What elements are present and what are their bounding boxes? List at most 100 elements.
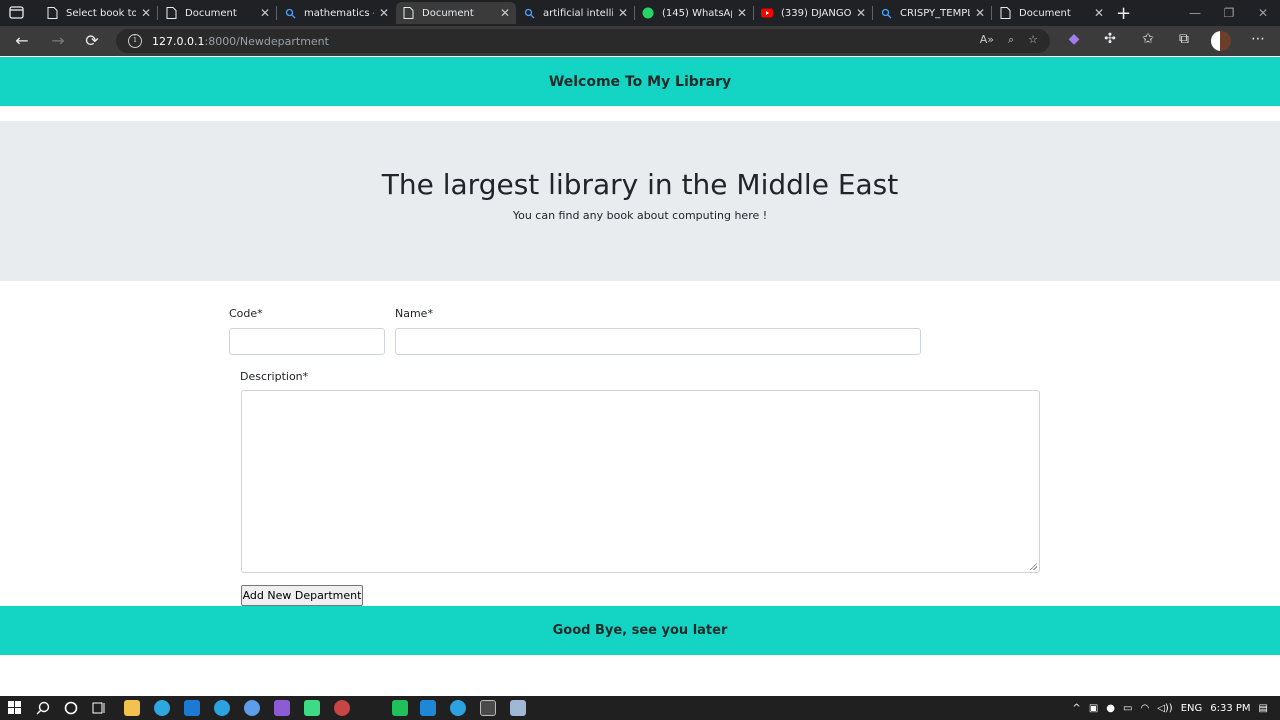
wifi-icon[interactable]: ◠ xyxy=(1140,703,1149,714)
browser-tab-active[interactable]: Document ✕ xyxy=(396,2,516,24)
notepad-icon[interactable] xyxy=(510,700,526,716)
url-path: :8000/Newdepartment xyxy=(204,34,329,48)
restore-icon[interactable]: ❐ xyxy=(1212,0,1246,26)
hero-section: The largest library in the Middle East Y… xyxy=(0,121,1280,281)
telegram-icon[interactable] xyxy=(450,700,466,716)
tab-title: CRISPY_TEMPL xyxy=(900,7,970,19)
windows-taskbar: ^ ▣ ● ▭ ◠ ◁)) ENG 6:33 PM ▤ xyxy=(0,696,1280,720)
terminal-icon[interactable] xyxy=(480,700,496,716)
chevron-up-icon[interactable]: ^ xyxy=(1072,703,1080,714)
code-input[interactable] xyxy=(229,328,385,355)
mail-icon[interactable] xyxy=(184,700,200,716)
close-icon[interactable]: ✕ xyxy=(975,6,985,20)
browser-tab-bar: Select book to ✕ Document ✕ mathematics … xyxy=(0,0,1280,26)
name-input[interactable] xyxy=(395,328,921,355)
task-view-icon[interactable] xyxy=(92,700,108,716)
document-icon xyxy=(402,7,414,19)
avatar[interactable] xyxy=(1211,31,1231,51)
window-close-icon[interactable]: ✕ xyxy=(1246,0,1280,26)
browser-tab[interactable]: (339) DJANGO ✕ xyxy=(755,2,872,24)
clock[interactable]: 6:33 PM xyxy=(1210,703,1250,714)
collections-icon[interactable]: ⧉ xyxy=(1174,31,1194,47)
search-icon[interactable] xyxy=(36,700,52,716)
name-label: Name* xyxy=(395,307,433,320)
footer-text: Good Bye, see you later xyxy=(552,623,728,638)
code-label: Code* xyxy=(229,307,263,320)
telegram-icon[interactable] xyxy=(214,700,230,716)
document-icon xyxy=(165,7,177,19)
back-icon[interactable]: ← xyxy=(12,31,32,51)
read-aloud-icon[interactable]: A» xyxy=(980,33,994,47)
hero-subtitle: You can find any book about computing he… xyxy=(512,209,768,222)
edge-browser-icon[interactable] xyxy=(154,700,170,716)
close-icon[interactable]: ✕ xyxy=(141,6,151,20)
microphone-icon[interactable]: ● xyxy=(1106,703,1115,714)
browser-app-icon[interactable] xyxy=(244,700,260,716)
zoom-icon[interactable]: ⌕ xyxy=(1008,33,1014,47)
search-icon xyxy=(523,7,535,19)
android-studio-icon[interactable] xyxy=(304,700,320,716)
close-icon[interactable]: ✕ xyxy=(1094,6,1104,20)
close-icon[interactable]: ✕ xyxy=(737,6,747,20)
tab-title: artificial intellig xyxy=(543,7,613,19)
more-menu-icon[interactable]: ⋯ xyxy=(1248,31,1268,47)
meet-now-icon[interactable]: ▣ xyxy=(1089,703,1098,714)
visual-studio-icon[interactable] xyxy=(274,700,290,716)
close-icon[interactable]: ✕ xyxy=(618,6,628,20)
site-info-icon[interactable]: i xyxy=(128,34,142,48)
vscode-icon[interactable] xyxy=(420,700,436,716)
close-icon[interactable]: ✕ xyxy=(260,6,270,20)
app-icon[interactable] xyxy=(334,700,350,716)
cortana-icon[interactable] xyxy=(64,700,80,716)
hero-title: The largest library in the Middle East xyxy=(381,168,899,201)
tab-title: (145) WhatsAp xyxy=(662,7,732,19)
language-indicator[interactable]: ENG xyxy=(1181,703,1203,714)
tab-title: (339) DJANGO xyxy=(781,7,851,19)
refresh-icon[interactable]: ⟳ xyxy=(82,31,102,51)
new-tab-icon[interactable]: + xyxy=(1116,3,1131,24)
browser-toolbar: ← → ⟳ i 127.0.0.1:8000/Newdepartment A» … xyxy=(0,26,1280,56)
window-controls: — ❐ ✕ xyxy=(1178,0,1280,26)
browser-tab[interactable]: mathematics - ✕ xyxy=(278,2,395,24)
address-bar[interactable]: i 127.0.0.1:8000/Newdepartment A» ⌕ ☆ xyxy=(116,29,1050,53)
windows-start-icon[interactable] xyxy=(8,700,24,716)
description-label: Description* xyxy=(240,370,309,383)
browser-tab[interactable]: (145) WhatsAp ✕ xyxy=(636,2,753,24)
favorite-star-icon[interactable]: ☆ xyxy=(1028,33,1038,47)
system-tray: ^ ▣ ● ▭ ◠ ◁)) ENG 6:33 PM ▤ xyxy=(1072,696,1280,720)
battery-icon[interactable]: ▭ xyxy=(1123,703,1132,714)
file-explorer-icon[interactable] xyxy=(124,700,140,716)
tab-title: Document xyxy=(422,7,474,19)
header-title: Welcome To My Library xyxy=(548,73,732,90)
description-textarea[interactable] xyxy=(241,390,1040,573)
tab-title: Document xyxy=(1019,7,1071,19)
search-icon xyxy=(284,7,296,19)
favorites-icon[interactable]: ✩ xyxy=(1138,31,1158,47)
browser-tab[interactable]: Document ✕ xyxy=(159,2,276,24)
pycharm-icon[interactable] xyxy=(392,700,408,716)
close-icon[interactable]: ✕ xyxy=(856,6,866,20)
tab-title: mathematics - xyxy=(304,7,374,19)
close-icon[interactable]: ✕ xyxy=(500,6,510,20)
site-header: Welcome To My Library xyxy=(0,57,1280,106)
browser-tab[interactable]: Select book to ✕ xyxy=(40,2,157,24)
tab-actions-icon[interactable] xyxy=(8,5,26,21)
document-icon xyxy=(999,7,1011,19)
extensions-puzzle-icon[interactable]: ✣ xyxy=(1100,31,1120,47)
resize-handle-icon[interactable] xyxy=(1029,562,1037,570)
search-icon xyxy=(880,7,892,19)
browser-tab[interactable]: Document ✕ xyxy=(993,2,1110,24)
extension-icon[interactable]: ◆ xyxy=(1064,31,1084,47)
minimize-icon[interactable]: — xyxy=(1178,0,1212,26)
tab-title: Document xyxy=(185,7,237,19)
add-department-button[interactable]: Add New Department xyxy=(241,585,363,606)
site-footer: Good Bye, see you later xyxy=(0,606,1280,655)
notifications-icon[interactable]: ▤ xyxy=(1259,703,1268,714)
tab-title: Select book to xyxy=(66,7,136,19)
document-icon xyxy=(46,7,58,19)
browser-tab[interactable]: CRISPY_TEMPL ✕ xyxy=(874,2,991,24)
close-icon[interactable]: ✕ xyxy=(379,6,389,20)
volume-icon[interactable]: ◁)) xyxy=(1157,703,1173,714)
forward-icon[interactable]: → xyxy=(48,31,68,51)
browser-tab[interactable]: artificial intellig ✕ xyxy=(517,2,634,24)
